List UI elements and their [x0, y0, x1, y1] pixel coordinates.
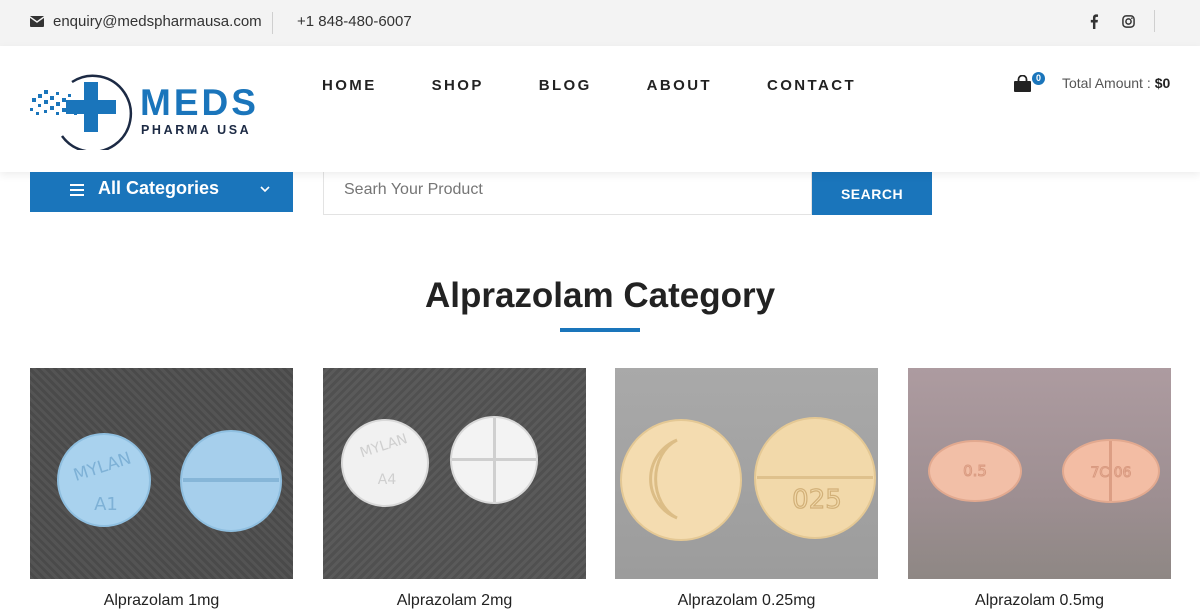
nav-home[interactable]: HOME	[322, 77, 377, 94]
product-name[interactable]: Alprazolam 0.25mg	[615, 592, 878, 610]
nav-about[interactable]: ABOUT	[647, 77, 712, 94]
facebook-icon[interactable]	[1089, 14, 1099, 34]
cart-button[interactable]: 0	[1013, 72, 1045, 94]
logo-brand: MEDS	[140, 82, 259, 123]
total-value: $0	[1154, 75, 1171, 91]
pill-imprint: 7C 06	[1091, 465, 1132, 481]
envelope-icon	[30, 16, 44, 27]
site-logo[interactable]: MEDS PHARMA USA	[28, 68, 268, 150]
logo-subtitle: PHARMA USA	[141, 123, 252, 137]
all-categories-dropdown[interactable]: All Categories	[30, 172, 293, 212]
product-name[interactable]: Alprazolam 1mg	[30, 592, 293, 610]
product-card[interactable]: MYLAN A4 Alprazolam 2mg	[323, 368, 586, 609]
page-title: Alprazolam Category	[424, 276, 776, 315]
chevron-down-icon	[260, 186, 270, 193]
logo-cross-icon	[30, 74, 133, 150]
main-header: MEDS PHARMA USA HOME SHOP BLOG ABOUT CON…	[0, 46, 1200, 172]
cart-count-badge: 0	[1032, 72, 1045, 85]
pill-imprint: A1	[94, 494, 118, 515]
divider	[272, 12, 273, 34]
categories-label: All Categories	[98, 178, 220, 198]
product-card[interactable]: 025 Alprazolam 0.25mg	[615, 368, 878, 609]
product-name[interactable]: Alprazolam 2mg	[323, 592, 586, 610]
nav-shop[interactable]: SHOP	[432, 77, 484, 94]
email-text[interactable]: enquiry@medspharmausa.com	[53, 13, 262, 30]
contact-email[interactable]: enquiry@medspharmausa.com	[30, 13, 262, 30]
nav-blog[interactable]: BLOG	[539, 77, 592, 94]
top-bar: enquiry@medspharmausa.com +1 848-480-600…	[0, 0, 1200, 46]
product-card[interactable]: 0.5 7C 06 Alprazolam 0.5mg	[908, 368, 1171, 609]
product-image[interactable]: MYLAN A1	[30, 368, 293, 579]
nav-contact[interactable]: CONTACT	[767, 77, 856, 94]
cart-total: Total Amount : $0	[1062, 75, 1170, 91]
product-name[interactable]: Alprazolam 0.5mg	[908, 592, 1171, 610]
divider	[1154, 10, 1155, 32]
product-image[interactable]: 0.5 7C 06	[908, 368, 1171, 579]
instagram-icon[interactable]	[1122, 15, 1135, 33]
main-nav: HOME SHOP BLOG ABOUT CONTACT	[322, 77, 911, 94]
pill-imprint: 025	[792, 485, 842, 515]
total-label: Total Amount :	[1062, 75, 1151, 91]
product-card[interactable]: MYLAN A1 Alprazolam 1mg	[30, 368, 293, 609]
title-underline	[560, 328, 640, 332]
product-image[interactable]: MYLAN A4	[323, 368, 586, 579]
pill-imprint: A4	[378, 472, 397, 488]
menu-icon	[70, 184, 84, 196]
product-image[interactable]: 025	[615, 368, 878, 579]
phone-number[interactable]: +1 848-480-6007	[297, 13, 412, 30]
shopping-bag-icon	[1014, 75, 1031, 92]
pill-imprint: 0.5	[963, 462, 987, 480]
